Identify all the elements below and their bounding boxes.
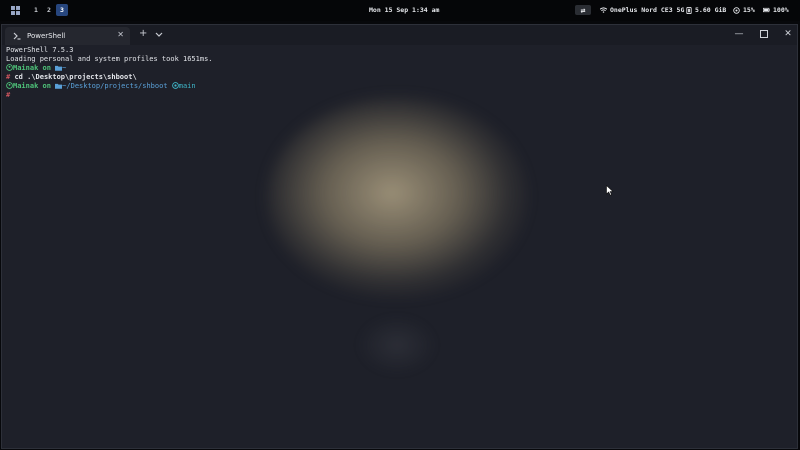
cpu-value: 15% <box>743 6 755 14</box>
tab-strip: PowerShell ✕ + — ✕ <box>2 25 797 45</box>
battery-status[interactable]: 100% <box>763 6 789 14</box>
top-status-bar: 1 2 3 Mon 15 Sep 1:34 am ⇄ OnePlus Nord … <box>0 0 800 21</box>
memory-status[interactable]: 5.60 GiB <box>686 6 726 14</box>
maximize-icon[interactable] <box>757 27 771 41</box>
cpu-status[interactable]: 15% <box>733 6 755 14</box>
workspace-3-button[interactable]: 3 <box>56 4 68 16</box>
windows-logo-icon[interactable] <box>11 6 20 15</box>
background-wallpaper-blur <box>267 97 527 297</box>
workspace-1-button[interactable]: 1 <box>30 4 42 16</box>
prompt-user: Mainak <box>13 81 39 90</box>
prompt-on: on <box>42 81 51 90</box>
close-window-icon[interactable]: ✕ <box>781 27 795 41</box>
git-branch-icon <box>171 81 179 89</box>
output-line-version: PowerShell 7.5.3 <box>6 46 74 54</box>
memory-icon <box>686 6 692 14</box>
prompt-branch: main <box>178 81 196 90</box>
prompt-char: # <box>6 90 11 99</box>
terminal-window: PowerShell ✕ + — ✕ PowerShell 7.5.3 Load… <box>1 24 798 449</box>
powershell-icon <box>13 32 21 40</box>
prompt-char: # <box>6 72 11 81</box>
tab-powershell[interactable]: PowerShell ✕ <box>5 27 130 45</box>
terminal-output[interactable]: PowerShell 7.5.3 Loading personal and sy… <box>6 46 213 99</box>
tab-label: PowerShell <box>27 32 66 40</box>
cpu-icon <box>733 6 740 14</box>
prompt-on: on <box>42 63 51 72</box>
prompt-cwd: ~/Desktop/projects/shboot <box>62 81 168 90</box>
mouse-pointer-icon <box>606 185 614 196</box>
memory-value: 5.60 GiB <box>695 6 727 14</box>
battery-icon <box>763 7 770 13</box>
swap-icon[interactable]: ⇄ <box>575 5 591 15</box>
minimize-icon[interactable]: — <box>732 27 746 41</box>
command-line-2: # <box>6 91 10 99</box>
workspace-2-button[interactable]: 2 <box>43 4 55 16</box>
prompt-user: Mainak <box>13 63 39 72</box>
chevron-down-icon[interactable] <box>154 29 164 39</box>
user-icon <box>6 81 13 89</box>
wifi-icon <box>600 7 607 13</box>
background-wallpaper-shadow <box>357 315 437 375</box>
clock[interactable]: Mon 15 Sep 1:34 am <box>369 6 439 14</box>
wifi-name: OnePlus Nord CE3 5G <box>610 6 685 14</box>
command-text: cd .\Desktop\projects\shboot\ <box>14 72 137 81</box>
prompt-home-dir: ~ <box>62 63 67 72</box>
prompt-line-2: Mainak on ~/Desktop/projects/shboot main <box>6 82 196 90</box>
user-icon <box>6 63 13 71</box>
battery-value: 100% <box>773 6 789 14</box>
command-line-1: # cd .\Desktop\projects\shboot\ <box>6 73 137 81</box>
wifi-status[interactable]: OnePlus Nord CE3 5G <box>600 6 684 14</box>
output-line-profiles: Loading personal and system profiles too… <box>6 54 213 63</box>
prompt-line-1: Mainak on ~ <box>6 64 66 72</box>
new-tab-button[interactable]: + <box>139 28 147 39</box>
close-tab-icon[interactable]: ✕ <box>117 30 124 39</box>
